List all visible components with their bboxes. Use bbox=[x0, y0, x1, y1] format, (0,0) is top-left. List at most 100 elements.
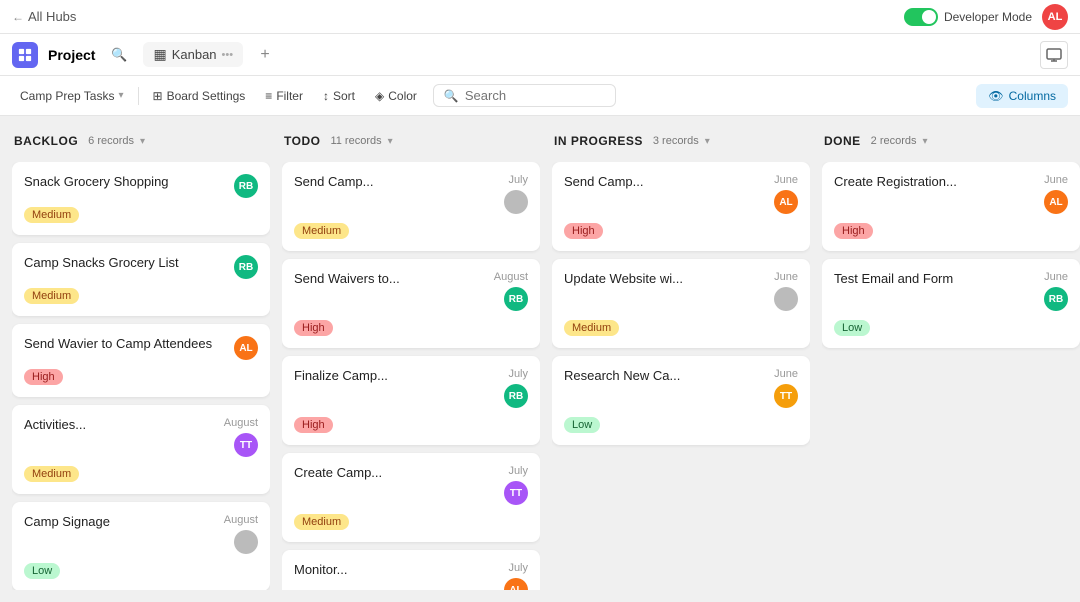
dropdown-arrow-icon: ▾ bbox=[118, 90, 123, 101]
col-header-backlog: BACKLOG 6 records ▾ bbox=[12, 128, 270, 154]
card[interactable]: Send Camp... June AL High bbox=[552, 162, 810, 251]
card-meta: June AL bbox=[774, 174, 798, 214]
search-box[interactable]: 🔍 bbox=[433, 84, 616, 107]
card-header: Create Camp... July TT bbox=[294, 465, 528, 505]
card-title: Activities... bbox=[24, 417, 218, 434]
card-title: Send Camp... bbox=[294, 174, 498, 191]
card[interactable]: Create Camp... July TT Medium bbox=[282, 453, 540, 542]
col-chevron-backlog[interactable]: ▾ bbox=[140, 136, 145, 147]
search-icon: 🔍 bbox=[444, 89, 459, 103]
color-label: Color bbox=[388, 89, 417, 103]
card[interactable]: Finalize Camp... July RB High bbox=[282, 356, 540, 445]
kanban-icon: ▦ bbox=[153, 46, 166, 63]
card-header: Finalize Camp... July RB bbox=[294, 368, 528, 408]
card-date: August bbox=[224, 514, 258, 526]
card-meta: June AL bbox=[1044, 174, 1068, 214]
grid-icon: ⊞ bbox=[153, 89, 163, 103]
card-title: Test Email and Form bbox=[834, 271, 1038, 288]
col-title-backlog: BACKLOG bbox=[14, 134, 78, 148]
kanban-view-tab[interactable]: ▦ Kanban ••• bbox=[143, 42, 243, 67]
card-tag: Medium bbox=[24, 207, 79, 223]
add-view-button[interactable]: + bbox=[253, 43, 277, 67]
col-chevron-done[interactable]: ▾ bbox=[923, 136, 928, 147]
card-title: Create Camp... bbox=[294, 465, 498, 482]
card-meta: RB bbox=[234, 174, 258, 198]
dev-mode-toggle[interactable] bbox=[904, 8, 938, 26]
card-header: Camp Signage August bbox=[24, 514, 258, 554]
col-cards-todo: Send Camp... July Medium Send Waivers to… bbox=[282, 162, 540, 590]
camp-prep-tasks-dropdown[interactable]: Camp Prep Tasks ▾ bbox=[12, 85, 132, 107]
col-cards-inprogress: Send Camp... June AL High Update Website… bbox=[552, 162, 810, 590]
card[interactable]: Research New Ca... June TT Low bbox=[552, 356, 810, 445]
project-icon bbox=[12, 42, 38, 68]
col-count-done: 2 records bbox=[871, 135, 917, 147]
card-tag: Medium bbox=[24, 466, 79, 482]
toolbar-divider-1 bbox=[138, 87, 139, 105]
card-header: Send Wavier to Camp Attendees AL bbox=[24, 336, 258, 360]
card-header: Send Camp... July bbox=[294, 174, 528, 214]
card[interactable]: Camp Snacks Grocery List RB Medium bbox=[12, 243, 270, 316]
col-count-backlog: 6 records bbox=[88, 135, 134, 147]
project-bar: Project 🔍 ▦ Kanban ••• + bbox=[0, 34, 1080, 76]
card[interactable]: Send Wavier to Camp Attendees AL High bbox=[12, 324, 270, 397]
col-title-inprogress: IN PROGRESS bbox=[554, 134, 643, 148]
sort-label: Sort bbox=[333, 89, 355, 103]
card-meta: August RB bbox=[494, 271, 528, 311]
monitor-icon-button[interactable] bbox=[1040, 41, 1068, 69]
card-tag: Low bbox=[564, 417, 600, 433]
card[interactable]: Update Website wi... June Medium bbox=[552, 259, 810, 348]
card-avatar-placeholder bbox=[774, 287, 798, 311]
color-button[interactable]: ◈ Color bbox=[367, 85, 425, 107]
card-title: Monitor... bbox=[294, 562, 498, 579]
card-meta: August TT bbox=[224, 417, 258, 457]
card[interactable]: Test Email and Form June RB Low bbox=[822, 259, 1080, 348]
board-settings-button[interactable]: ⊞ Board Settings bbox=[145, 85, 254, 107]
search-button[interactable]: 🔍 bbox=[105, 41, 133, 69]
card[interactable]: Camp Signage August Low bbox=[12, 502, 270, 590]
project-name: Project bbox=[48, 47, 95, 63]
search-input[interactable] bbox=[465, 88, 605, 103]
col-chevron-todo[interactable]: ▾ bbox=[388, 136, 393, 147]
card-meta: July AL bbox=[504, 562, 528, 590]
card-tag: Medium bbox=[24, 288, 79, 304]
card-date: July bbox=[508, 174, 528, 186]
card[interactable]: Send Camp... July Medium bbox=[282, 162, 540, 251]
card-avatar: TT bbox=[774, 384, 798, 408]
card-title: Send Wavier to Camp Attendees bbox=[24, 336, 228, 353]
camp-prep-tasks-label: Camp Prep Tasks bbox=[20, 89, 114, 103]
board-settings-label: Board Settings bbox=[167, 89, 246, 103]
card-header: Camp Snacks Grocery List RB bbox=[24, 255, 258, 279]
card[interactable]: Snack Grocery Shopping RB Medium bbox=[12, 162, 270, 235]
columns-button[interactable]: 👁 Columns bbox=[976, 84, 1068, 108]
card-meta: July RB bbox=[504, 368, 528, 408]
sort-button[interactable]: ↕ Sort bbox=[315, 85, 363, 107]
card-title: Send Camp... bbox=[564, 174, 768, 191]
card[interactable]: Send Waivers to... August RB High bbox=[282, 259, 540, 348]
top-nav: ← All Hubs Developer Mode AL bbox=[0, 0, 1080, 34]
card-avatar: AL bbox=[234, 336, 258, 360]
col-count-todo: 11 records bbox=[330, 135, 381, 147]
col-header-todo: TODO 11 records ▾ bbox=[282, 128, 540, 154]
card[interactable]: Activities... August TT Medium bbox=[12, 405, 270, 494]
dev-mode-control: Developer Mode bbox=[904, 8, 1032, 26]
card-meta: June bbox=[774, 271, 798, 311]
card-title: Snack Grocery Shopping bbox=[24, 174, 228, 191]
card[interactable]: Create Registration... June AL High bbox=[822, 162, 1080, 251]
card-date: June bbox=[1044, 271, 1068, 283]
col-count-inprogress: 3 records bbox=[653, 135, 699, 147]
filter-button[interactable]: ≡ Filter bbox=[257, 85, 311, 107]
col-chevron-inprogress[interactable]: ▾ bbox=[705, 136, 710, 147]
col-header-inprogress: IN PROGRESS 3 records ▾ bbox=[552, 128, 810, 154]
columns-label: Columns bbox=[1009, 89, 1056, 103]
card[interactable]: Monitor... July AL High bbox=[282, 550, 540, 590]
card-date: August bbox=[494, 271, 528, 283]
card-tag: Low bbox=[24, 563, 60, 579]
card-avatar: AL bbox=[1044, 190, 1068, 214]
card-date: July bbox=[508, 465, 528, 477]
card-avatar: RB bbox=[1044, 287, 1068, 311]
filter-label: Filter bbox=[276, 89, 303, 103]
card-header: Test Email and Form June RB bbox=[834, 271, 1068, 311]
card-title: Finalize Camp... bbox=[294, 368, 498, 385]
all-hubs-link[interactable]: ← All Hubs bbox=[12, 9, 76, 24]
user-avatar[interactable]: AL bbox=[1042, 4, 1068, 30]
